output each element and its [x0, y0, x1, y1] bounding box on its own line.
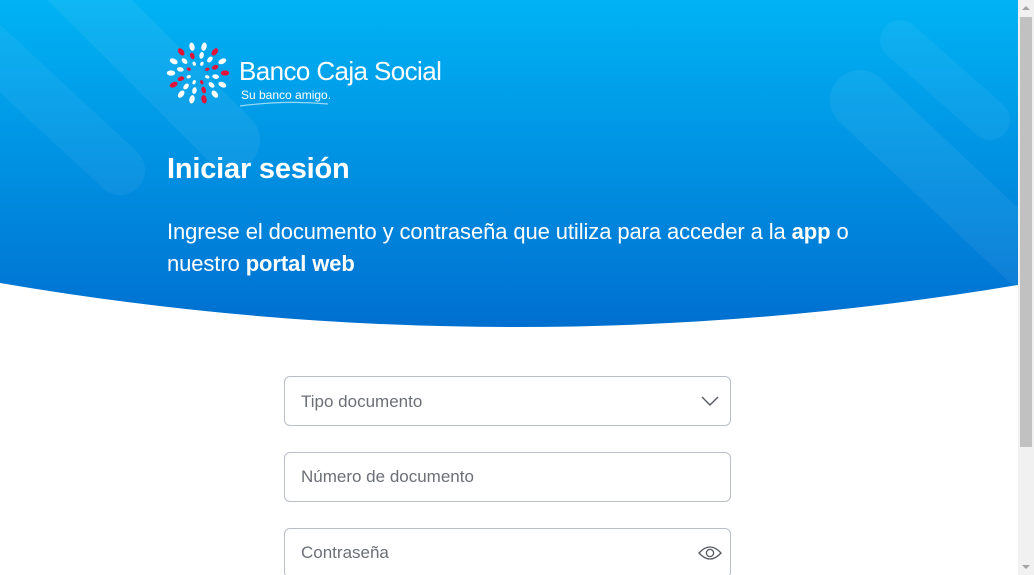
- hero-background: [0, 0, 1018, 328]
- logo-dot: [211, 90, 219, 98]
- logo-dot: [189, 52, 195, 60]
- logo-dot: [211, 48, 219, 56]
- logo-dot: [192, 80, 196, 85]
- scroll-down-arrow[interactable]: [1018, 559, 1034, 575]
- arrow-down-icon: [1022, 565, 1030, 569]
- subtitle-bold-app: app: [791, 219, 831, 244]
- bank-logo-mark-icon: [166, 42, 230, 104]
- logo-dot: [201, 86, 207, 94]
- logo-dot: [181, 58, 188, 64]
- eye-icon: [698, 546, 722, 560]
- logo-dot: [218, 58, 227, 65]
- document-number-field[interactable]: [284, 452, 731, 502]
- logo-dot: [200, 80, 204, 85]
- logo-dot: [177, 90, 185, 98]
- logo-dot: [211, 64, 219, 70]
- document-number-input[interactable]: [301, 453, 671, 501]
- logo-dot: [186, 67, 191, 71]
- password-input[interactable]: [301, 529, 671, 575]
- scrollbar-thumb[interactable]: [1020, 17, 1032, 447]
- hero-banner: Banco Caja Social Su banco amigo. Inicia…: [0, 0, 1018, 330]
- vertical-scrollbar[interactable]: [1018, 0, 1034, 575]
- login-page: Banco Caja Social Su banco amigo. Inicia…: [0, 0, 1034, 575]
- logo-dot: [201, 95, 207, 104]
- logo-dot: [169, 81, 178, 88]
- logo-dot: [207, 56, 213, 63]
- page-title: Iniciar sesión: [167, 153, 350, 185]
- logo-dot: [169, 58, 178, 65]
- subtitle-bold-portal: portal web: [245, 251, 355, 276]
- logo-dot: [176, 67, 184, 72]
- bank-logo[interactable]: Banco Caja Social Su banco amigo.: [166, 41, 456, 111]
- logo-dot: [205, 67, 210, 71]
- logo-dot: [192, 61, 196, 66]
- logo-dot: [205, 75, 210, 79]
- logo-dot: [208, 82, 215, 88]
- logo-dot: [189, 95, 195, 104]
- password-visibility-toggle[interactable]: [698, 529, 722, 575]
- logo-dot: [177, 48, 185, 56]
- password-field[interactable]: [284, 528, 731, 575]
- logo-dot: [177, 76, 185, 82]
- logo-dot: [189, 42, 195, 51]
- logo-dot: [200, 61, 204, 66]
- logo-dot: [199, 51, 204, 59]
- logo-dot: [166, 70, 176, 76]
- logo-dot: [186, 75, 191, 79]
- arrow-up-icon: [1022, 6, 1030, 10]
- tagline-swoosh-icon: [239, 101, 329, 107]
- scroll-up-arrow[interactable]: [1018, 0, 1034, 16]
- document-type-placeholder: Tipo documento: [301, 392, 423, 411]
- logo-dot: [220, 70, 230, 76]
- logo-dot: [212, 74, 220, 79]
- page-subtitle: Ingrese el documento y contraseña que ut…: [167, 216, 867, 280]
- logo-dot: [183, 83, 189, 90]
- document-type-select[interactable]: Tipo documento: [284, 376, 731, 426]
- bank-name: Banco Caja Social: [239, 56, 442, 86]
- logo-dot: [192, 87, 197, 95]
- document-type-toggle[interactable]: [700, 377, 720, 425]
- logo-dot: [218, 81, 227, 88]
- chevron-down-icon: [701, 396, 719, 406]
- subtitle-text-1: Ingrese el documento y contraseña que ut…: [167, 219, 792, 244]
- logo-dot: [201, 42, 207, 51]
